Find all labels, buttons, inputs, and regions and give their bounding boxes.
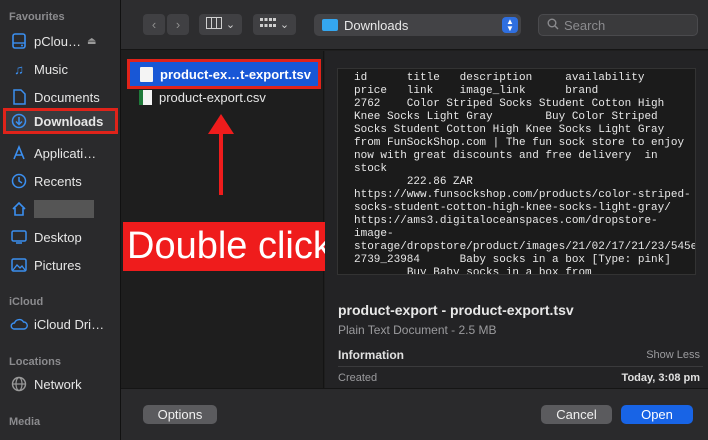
sidebar-section-locations: Locations: [9, 356, 61, 368]
chevron-down-icon: ⌄: [225, 19, 236, 31]
network-globe-icon: [10, 375, 28, 393]
sidebar-item-pcloud[interactable]: pClou… ⏏: [6, 28, 116, 54]
sidebar-item-label: Applicati…: [34, 145, 97, 161]
preview-subtitle: Plain Text Document - 2.5 MB: [338, 323, 497, 337]
sidebar-item-icloud-drive[interactable]: iCloud Dri…: [6, 311, 116, 337]
sidebar-item-label: Network: [34, 376, 82, 392]
sidebar-item-label: Music: [34, 61, 68, 77]
sidebar-item-label: pClou…: [34, 33, 81, 49]
forward-button[interactable]: ›: [167, 14, 189, 35]
redacted-username: [34, 200, 94, 218]
sidebar-item-documents[interactable]: Documents: [6, 84, 116, 110]
search-field[interactable]: [538, 14, 698, 36]
chevron-left-icon: ‹: [151, 17, 157, 32]
sidebar-section-icloud: iCloud: [9, 296, 44, 308]
divider: [338, 366, 703, 367]
sidebar-item-applications[interactable]: Applicati…: [6, 140, 116, 166]
download-circle-icon: [10, 112, 28, 130]
sidebar-section-favourites: Favourites: [9, 11, 65, 23]
columns-view-icon: [205, 17, 222, 32]
spreadsheet-icon: [139, 89, 152, 105]
folder-icon: [322, 19, 338, 31]
sidebar-item-pictures[interactable]: Pictures: [6, 252, 116, 278]
file-name: product-ex…t-export.tsv: [160, 66, 311, 82]
preview-title: product-export - product-export.tsv: [338, 302, 574, 318]
up-down-chevron-icon: ▲ ▼: [502, 17, 518, 33]
annotation-label: Double click: [123, 222, 345, 271]
cancel-button[interactable]: Cancel: [541, 405, 612, 424]
search-input[interactable]: [564, 17, 694, 33]
toolbar: ‹ › ⌄ ⌄ Downloads ▲ ▼: [121, 0, 708, 50]
created-value: Today, 3:08 pm: [621, 372, 700, 384]
bottom-bar: Options Cancel Open: [121, 388, 708, 440]
pictures-icon: [10, 256, 28, 274]
options-button[interactable]: Options: [143, 405, 217, 424]
sidebar-item-music[interactable]: ♫ Music: [6, 56, 116, 82]
text-document-icon: [140, 66, 153, 82]
file-item-tsv[interactable]: product-ex…t-export.tsv: [127, 59, 321, 89]
cloud-drive-icon: [10, 32, 28, 50]
sidebar: Favourites pClou… ⏏ ♫ Music Documents Do…: [0, 0, 121, 440]
sidebar-section-media: Media: [9, 416, 41, 428]
home-icon: [10, 200, 28, 218]
clock-icon: [10, 172, 28, 190]
file-preview-content: id title description availability price …: [337, 68, 696, 275]
preview-pane: id title description availability price …: [325, 51, 708, 388]
view-mode-button[interactable]: ⌄: [199, 14, 242, 35]
eject-icon[interactable]: ⏏: [87, 36, 96, 47]
music-note-icon: ♫: [14, 61, 24, 77]
sidebar-item-recents[interactable]: Recents: [6, 168, 116, 194]
sidebar-item-home[interactable]: [6, 196, 116, 222]
information-heading: Information: [338, 348, 404, 362]
location-label: Downloads: [344, 17, 409, 33]
show-less-button[interactable]: Show Less: [646, 349, 700, 361]
applications-icon: [10, 144, 28, 162]
sidebar-item-label: Documents: [34, 89, 100, 105]
document-icon: [10, 88, 28, 106]
sidebar-item-label: iCloud Dri…: [34, 316, 105, 332]
back-button[interactable]: ‹: [143, 14, 165, 35]
sidebar-item-desktop[interactable]: Desktop: [6, 224, 116, 250]
desktop-icon: [10, 228, 28, 246]
sidebar-item-label: Downloads: [34, 113, 104, 129]
group-by-button[interactable]: ⌄: [253, 14, 296, 35]
annotation-arrow-shaft: [219, 131, 223, 195]
file-list: product-ex…t-export.tsv product-export.c…: [121, 51, 324, 388]
search-icon: [547, 18, 559, 33]
open-button[interactable]: Open: [621, 405, 693, 424]
icloud-icon: [10, 315, 28, 333]
chevron-right-icon: ›: [175, 17, 181, 32]
sidebar-item-network[interactable]: Network: [6, 371, 116, 397]
sidebar-item-label: Pictures: [34, 257, 81, 273]
chevron-down-icon: ⌄: [279, 19, 290, 31]
file-item-csv[interactable]: product-export.csv: [129, 86, 319, 108]
grid-icon: [259, 17, 276, 32]
sidebar-item-label: Recents: [34, 173, 82, 189]
sidebar-item-downloads[interactable]: Downloads: [3, 108, 118, 134]
created-label: Created: [338, 372, 378, 384]
sidebar-item-label: Desktop: [34, 229, 82, 245]
location-popup[interactable]: Downloads ▲ ▼: [314, 14, 521, 36]
file-name: product-export.csv: [159, 89, 266, 105]
